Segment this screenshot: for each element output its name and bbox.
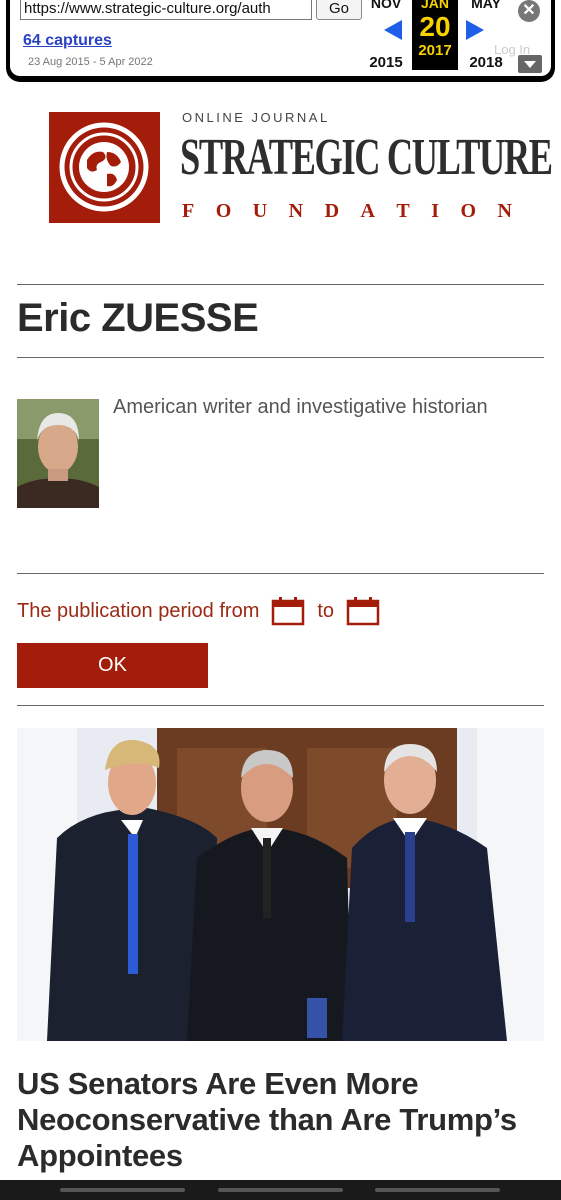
captures-link[interactable]: 64 captures — [23, 32, 112, 50]
wayback-toolbar: https://www.strategic-culture.org/auth G… — [6, 0, 555, 82]
logo-subtitle: F O U N D A T I O N — [182, 200, 512, 223]
prev-month-label: NOV — [370, 0, 402, 11]
system-nav-bar — [0, 1180, 561, 1200]
logo-title: STRATEGIC CULTURE — [180, 129, 553, 186]
period-from-label: The publication period from — [17, 599, 260, 622]
next-month-label: MAY — [471, 0, 501, 11]
logo-letter: U — [252, 200, 268, 222]
current-day-label: 20 — [419, 11, 451, 42]
article-title[interactable]: US Senators Are Even More Neoconservativ… — [17, 1066, 547, 1174]
current-month-label: JAN — [420, 0, 449, 11]
author-photo — [17, 399, 99, 508]
logo-letter: O — [460, 200, 477, 222]
wayback-go-button[interactable]: Go — [316, 0, 362, 20]
current-year-label: 2017 — [418, 42, 452, 59]
prev-year-label: 2015 — [369, 54, 403, 71]
nav-recents-handle[interactable] — [375, 1188, 500, 1192]
wayback-url-input[interactable]: https://www.strategic-culture.org/auth — [20, 0, 312, 20]
calendar-icon[interactable] — [271, 596, 305, 626]
close-icon[interactable]: ✕ — [518, 0, 540, 22]
logo-letter: T — [396, 200, 410, 222]
logo-letter: N — [497, 200, 512, 222]
current-capture: JAN 20 2017 — [412, 0, 458, 70]
globe-icon — [59, 122, 149, 212]
logo-letter: I — [431, 200, 440, 222]
period-to-label: to — [317, 599, 335, 622]
logo-letter: A — [360, 200, 375, 222]
nav-home-handle[interactable] — [218, 1188, 343, 1192]
author-name: Eric ZUESSE — [17, 296, 259, 340]
divider — [17, 705, 544, 706]
logo-letter: F — [182, 200, 195, 222]
wayback-panel: https://www.strategic-culture.org/auth G… — [10, 0, 551, 76]
author-bio: American writer and investigative histor… — [113, 396, 488, 418]
logo-letter: O — [215, 200, 232, 222]
publication-period-filter: The publication period from to — [17, 596, 392, 626]
article-image[interactable] — [17, 728, 544, 1041]
divider — [17, 357, 544, 358]
logo-letter: D — [324, 200, 340, 222]
chevron-down-icon[interactable] — [518, 55, 542, 73]
logo-letter: N — [288, 200, 304, 222]
divider — [17, 284, 544, 285]
site-logo[interactable] — [49, 112, 160, 223]
prev-arrow-icon[interactable] — [384, 20, 402, 40]
next-capture-month[interactable]: MAY 2018 — [462, 0, 510, 71]
capture-date-range: 23 Aug 2015 - 5 Apr 2022 — [28, 56, 153, 68]
calendar-icon[interactable] — [346, 596, 380, 626]
divider — [17, 573, 544, 574]
nav-back-handle[interactable] — [60, 1188, 185, 1192]
logo-kicker: ONLINE JOURNAL — [182, 110, 330, 125]
ok-button[interactable]: OK — [17, 643, 208, 688]
